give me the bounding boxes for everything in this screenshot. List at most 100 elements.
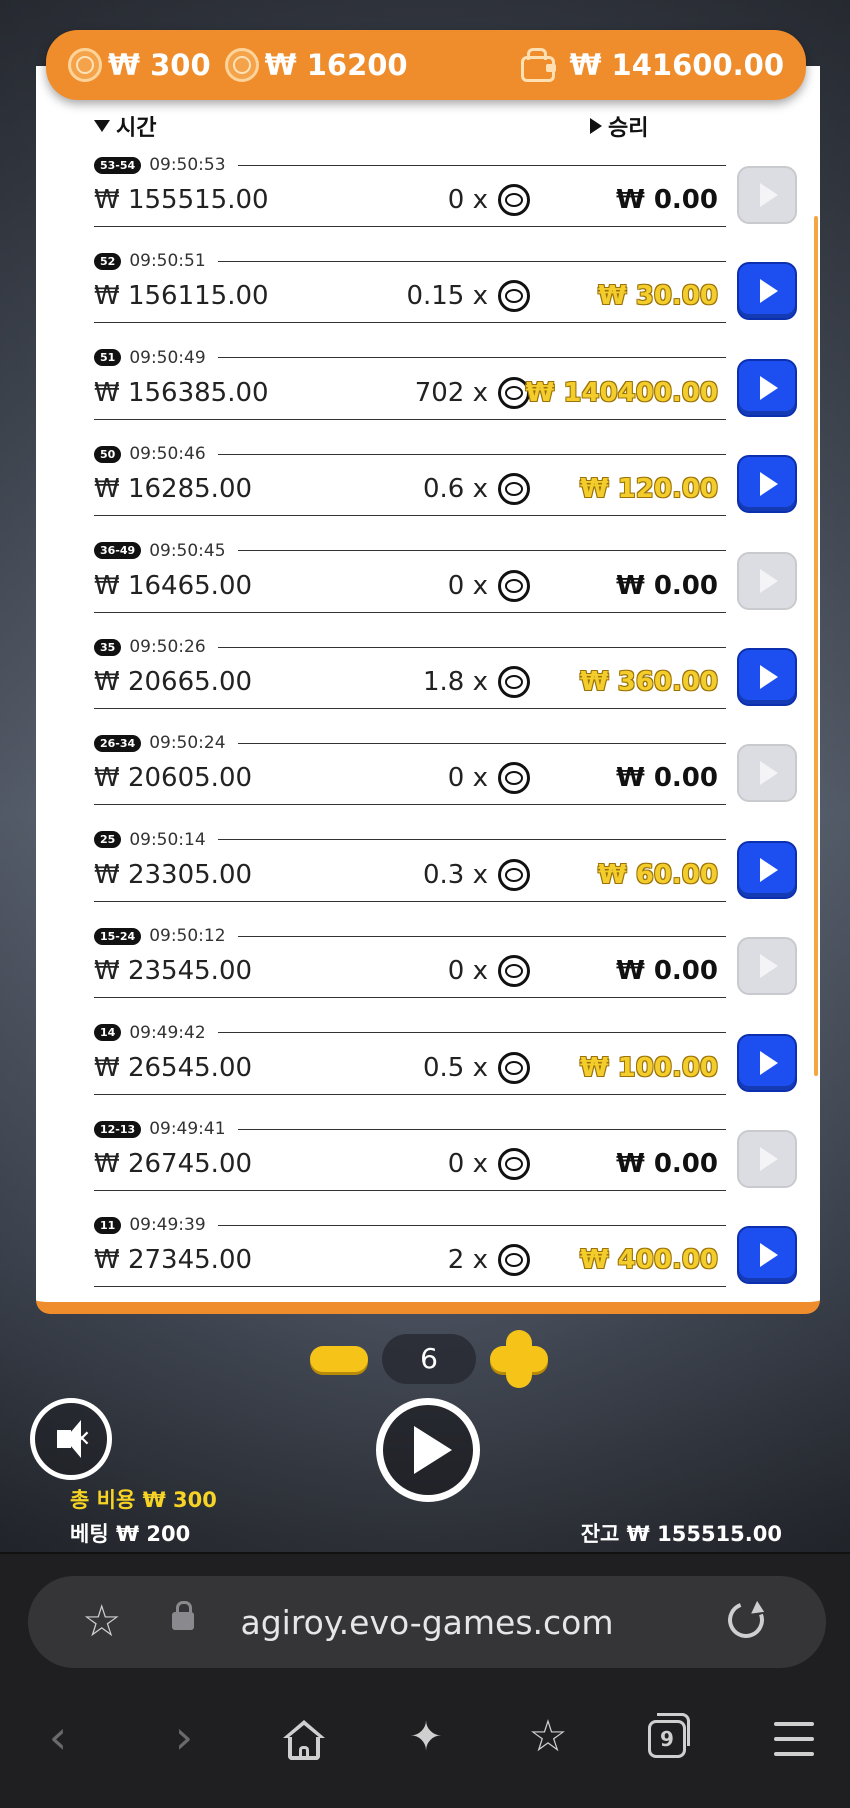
home-icon[interactable] bbox=[283, 1720, 325, 1760]
play-icon bbox=[760, 183, 778, 207]
history-row: 53-54 09:50:53 ₩ 155515.00 0 x ₩ 0.00 bbox=[94, 154, 797, 250]
row-header: 15-24 09:50:12 bbox=[94, 925, 726, 947]
bookmark-star-icon[interactable]: ☆ bbox=[82, 1600, 121, 1644]
wallet-value: ₩ 141600.00 bbox=[569, 48, 784, 82]
bet-cost-value: ₩ 300 bbox=[108, 48, 211, 82]
url-text: agiroy.evo-games.com bbox=[240, 1602, 614, 1642]
decrease-bet-button[interactable] bbox=[310, 1346, 368, 1372]
menu-icon[interactable] bbox=[774, 1722, 814, 1756]
play-icon bbox=[760, 1243, 778, 1268]
betting-amount: 베팅 ₩ 200 bbox=[70, 1522, 191, 1546]
coin-icon bbox=[68, 48, 102, 82]
row-win: ₩ 0.00 bbox=[616, 185, 718, 215]
row-win: ₩ 0.00 bbox=[616, 763, 718, 794]
row-balance: ₩ 26745.00 bbox=[94, 1149, 253, 1179]
history-row: 12-13 09:49:41 ₩ 26745.00 0 x ₩ 0.00 bbox=[94, 1118, 797, 1214]
row-win: ₩ 0.00 bbox=[616, 956, 718, 987]
round-time: 09:50:12 bbox=[149, 926, 226, 947]
history-row: 14 09:49:42 ₩ 26545.00 0.5 x ₩ 100.00 bbox=[94, 1022, 797, 1118]
round-time: 09:50:14 bbox=[129, 829, 206, 850]
mute-button[interactable]: ✕ bbox=[30, 1398, 112, 1480]
row-header: 52 09:50:51 bbox=[94, 250, 726, 272]
sparkle-icon[interactable]: ✦ bbox=[396, 1714, 456, 1760]
history-row: 51 09:50:49 ₩ 156385.00 702 x ₩ 140400.0… bbox=[94, 347, 797, 443]
sort-right-icon bbox=[590, 118, 602, 134]
round-time: 09:50:45 bbox=[149, 540, 226, 561]
play-icon bbox=[414, 1426, 452, 1474]
bookmarks-star-icon[interactable]: ☆ bbox=[518, 1714, 578, 1760]
lock-icon[interactable] bbox=[172, 1601, 194, 1630]
total-cost: 총 비용 ₩ 300 bbox=[70, 1488, 217, 1512]
replay-button[interactable] bbox=[737, 1130, 797, 1188]
replay-button[interactable] bbox=[737, 262, 797, 321]
play-icon bbox=[760, 1147, 778, 1171]
row-win: ₩ 120.00 bbox=[579, 474, 718, 505]
replay-button[interactable] bbox=[737, 937, 797, 996]
round-badge: 52 bbox=[94, 252, 122, 270]
round-time: 09:50:24 bbox=[149, 733, 226, 754]
row-balance: ₩ 20665.00 bbox=[94, 667, 253, 697]
summary-bar: ₩ 300 ₩ 16200 ₩ 141600.00 bbox=[46, 30, 806, 100]
play-button[interactable] bbox=[376, 1398, 480, 1502]
scrollbar[interactable] bbox=[814, 216, 818, 1076]
play-icon bbox=[760, 761, 778, 786]
row-balance: ₩ 27345.00 bbox=[94, 1245, 253, 1276]
row-win: ₩ 60.00 bbox=[598, 859, 718, 890]
sort-time-header[interactable]: 시간 bbox=[94, 110, 156, 142]
round-badge: 14 bbox=[94, 1024, 122, 1042]
replay-button[interactable] bbox=[737, 455, 797, 514]
replay-button[interactable] bbox=[737, 358, 797, 417]
replay-button[interactable] bbox=[737, 744, 797, 803]
tabs-icon[interactable]: 9 bbox=[648, 1713, 690, 1758]
round-badge: 15-24 bbox=[94, 927, 142, 945]
row-win: ₩ 100.00 bbox=[579, 1052, 718, 1083]
replay-button[interactable] bbox=[737, 1226, 797, 1285]
history-row: 11 09:49:39 ₩ 27345.00 2 x ₩ 400.00 bbox=[94, 1214, 797, 1302]
history-row: 35 09:50:26 ₩ 20665.00 1.8 x ₩ 360.00 bbox=[94, 636, 797, 732]
round-time: 09:50:46 bbox=[129, 444, 206, 465]
round-badge: 26-34 bbox=[94, 734, 142, 752]
replay-button[interactable] bbox=[737, 840, 797, 899]
coin-icon bbox=[224, 48, 259, 82]
play-icon bbox=[760, 472, 778, 497]
history-row: 52 09:50:51 ₩ 156115.00 0.15 x ₩ 30.00 bbox=[94, 250, 797, 346]
wallet-display: ₩ 141600.00 bbox=[519, 46, 784, 84]
row-balance: ₩ 156385.00 bbox=[94, 377, 269, 408]
row-header: 14 09:49:42 bbox=[94, 1022, 726, 1044]
forward-icon[interactable]: › bbox=[154, 1714, 214, 1760]
replay-button[interactable] bbox=[737, 166, 797, 224]
round-badge: 51 bbox=[94, 349, 122, 367]
round-time: 09:50:51 bbox=[129, 251, 206, 272]
history-row: 50 09:50:46 ₩ 16285.00 0.6 x ₩ 120.00 bbox=[94, 443, 797, 539]
row-header: 35 09:50:26 bbox=[94, 636, 726, 658]
speaker-muted-icon bbox=[57, 1420, 81, 1458]
wallet-icon bbox=[519, 46, 557, 84]
play-icon bbox=[760, 279, 778, 304]
row-win: ₩ 0.00 bbox=[616, 1149, 718, 1179]
round-badge: 11 bbox=[94, 1216, 122, 1234]
row-balance: ₩ 155515.00 bbox=[94, 185, 269, 215]
back-icon[interactable]: ‹ bbox=[28, 1714, 88, 1760]
time-header-label: 시간 bbox=[116, 116, 157, 141]
play-icon bbox=[760, 1050, 778, 1075]
sort-win-header[interactable]: 승리 bbox=[590, 110, 648, 142]
row-header: 53-54 09:50:53 bbox=[94, 154, 726, 176]
round-time: 09:50:49 bbox=[129, 347, 206, 368]
max-win-value: ₩ 16200 bbox=[264, 48, 408, 82]
history-panel[interactable]: 시간 승리 53-54 09:50:53 ₩ 155515.00 0 x ₩ 0… bbox=[36, 66, 820, 1314]
address-bar[interactable]: agiroy.evo-games.com bbox=[28, 1576, 826, 1668]
round-time: 09:49:41 bbox=[149, 1119, 226, 1139]
round-time: 09:50:26 bbox=[129, 637, 206, 657]
replay-button[interactable] bbox=[737, 648, 797, 706]
row-header: 36-49 09:50:45 bbox=[94, 540, 726, 562]
row-win: ₩ 140400.00 bbox=[525, 377, 718, 408]
row-win: ₩ 30.00 bbox=[598, 281, 718, 312]
balance: 잔고 ₩ 155515.00 bbox=[580, 1522, 782, 1546]
replay-button[interactable] bbox=[737, 551, 797, 610]
win-header-label: 승리 bbox=[608, 116, 649, 141]
row-header: 51 09:50:49 bbox=[94, 347, 726, 369]
replay-button[interactable] bbox=[737, 1033, 797, 1092]
round-time: 09:49:39 bbox=[129, 1215, 206, 1236]
history-row: 15-24 09:50:12 ₩ 23545.00 0 x ₩ 0.00 bbox=[94, 925, 797, 1021]
round-badge: 50 bbox=[94, 445, 122, 463]
